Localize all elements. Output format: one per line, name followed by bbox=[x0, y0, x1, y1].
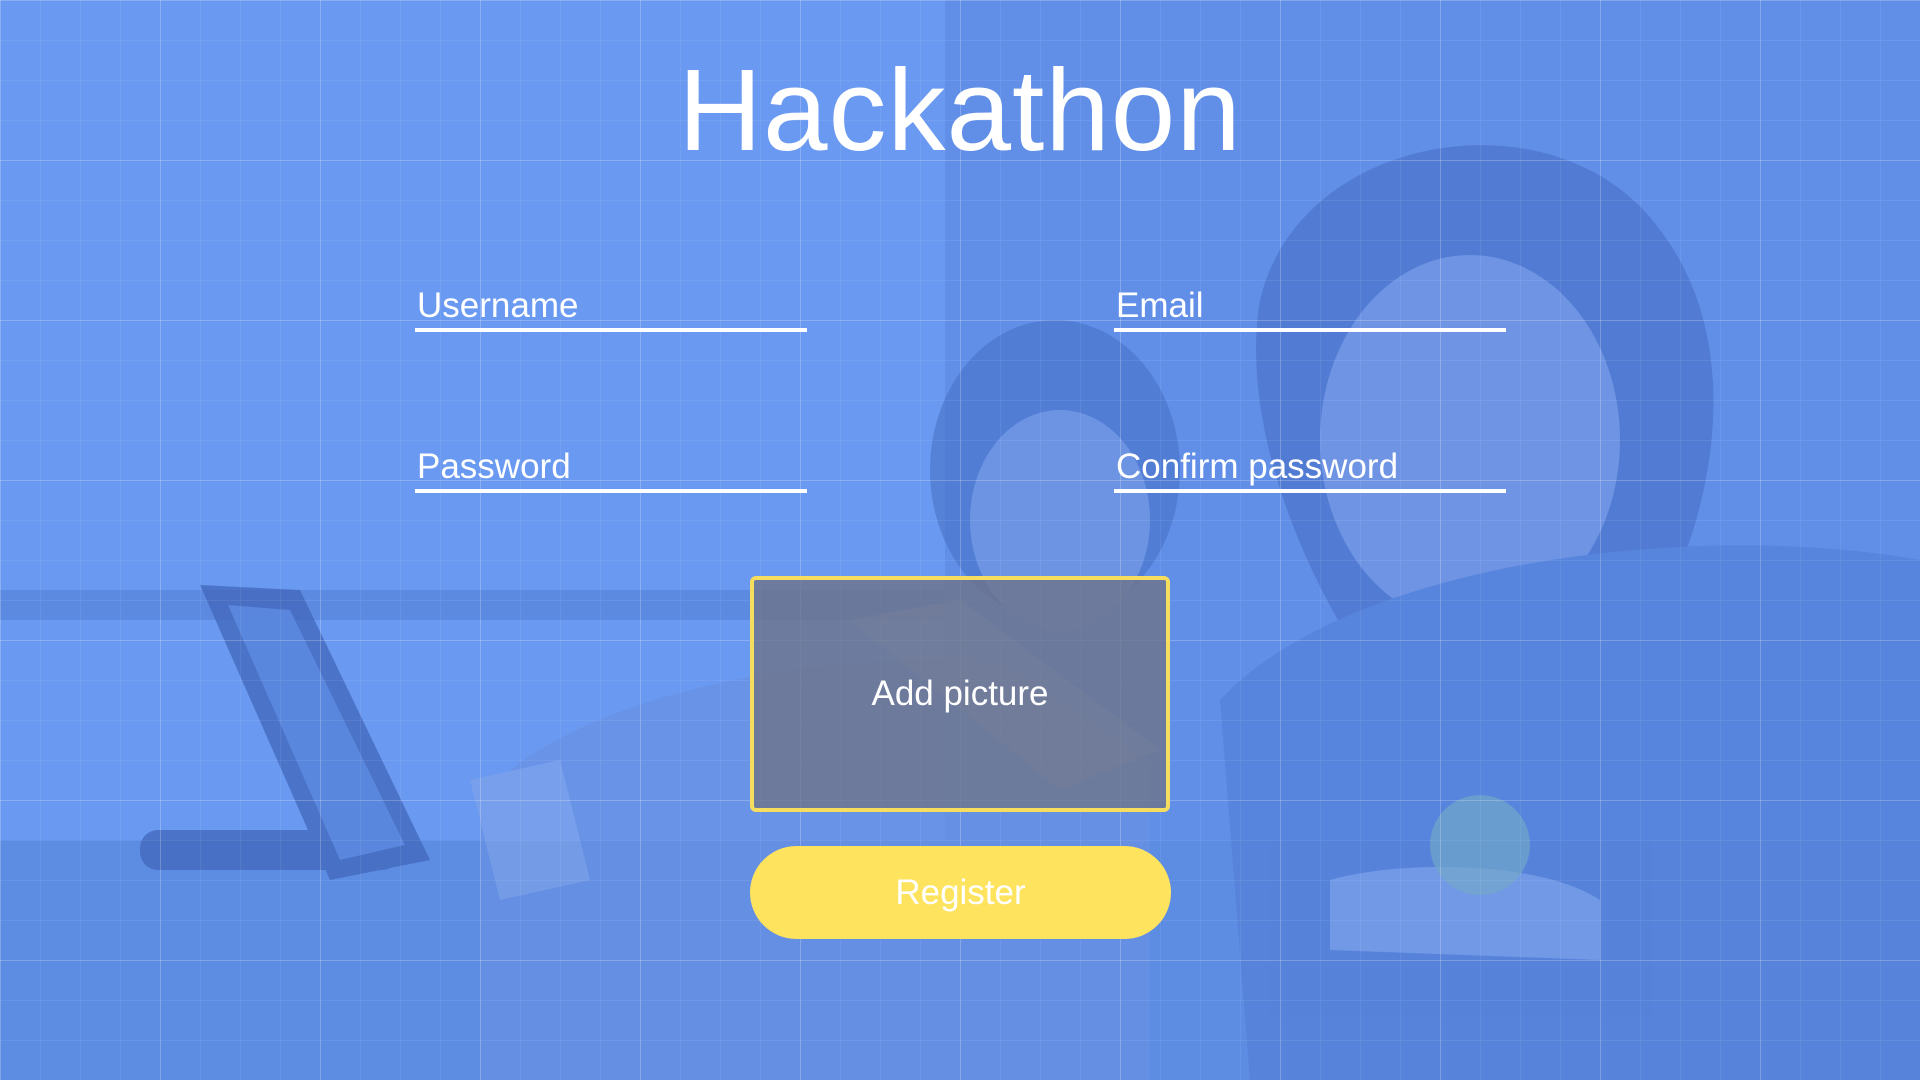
page-title: Hackathon bbox=[678, 45, 1242, 175]
add-picture-button[interactable]: Add picture bbox=[750, 576, 1170, 812]
confirm-password-input[interactable] bbox=[1114, 439, 1506, 493]
username-input[interactable] bbox=[415, 278, 807, 332]
email-input[interactable] bbox=[1114, 278, 1506, 332]
confirm-password-field-wrapper bbox=[1114, 439, 1506, 499]
register-button[interactable]: Register bbox=[750, 846, 1171, 939]
password-input[interactable] bbox=[415, 439, 807, 493]
registration-screen: Hackathon Add picture Register bbox=[0, 0, 1920, 1080]
add-picture-label: Add picture bbox=[871, 674, 1049, 713]
email-field-wrapper bbox=[1114, 278, 1506, 338]
password-field-wrapper bbox=[415, 439, 807, 499]
username-field-wrapper bbox=[415, 278, 807, 338]
